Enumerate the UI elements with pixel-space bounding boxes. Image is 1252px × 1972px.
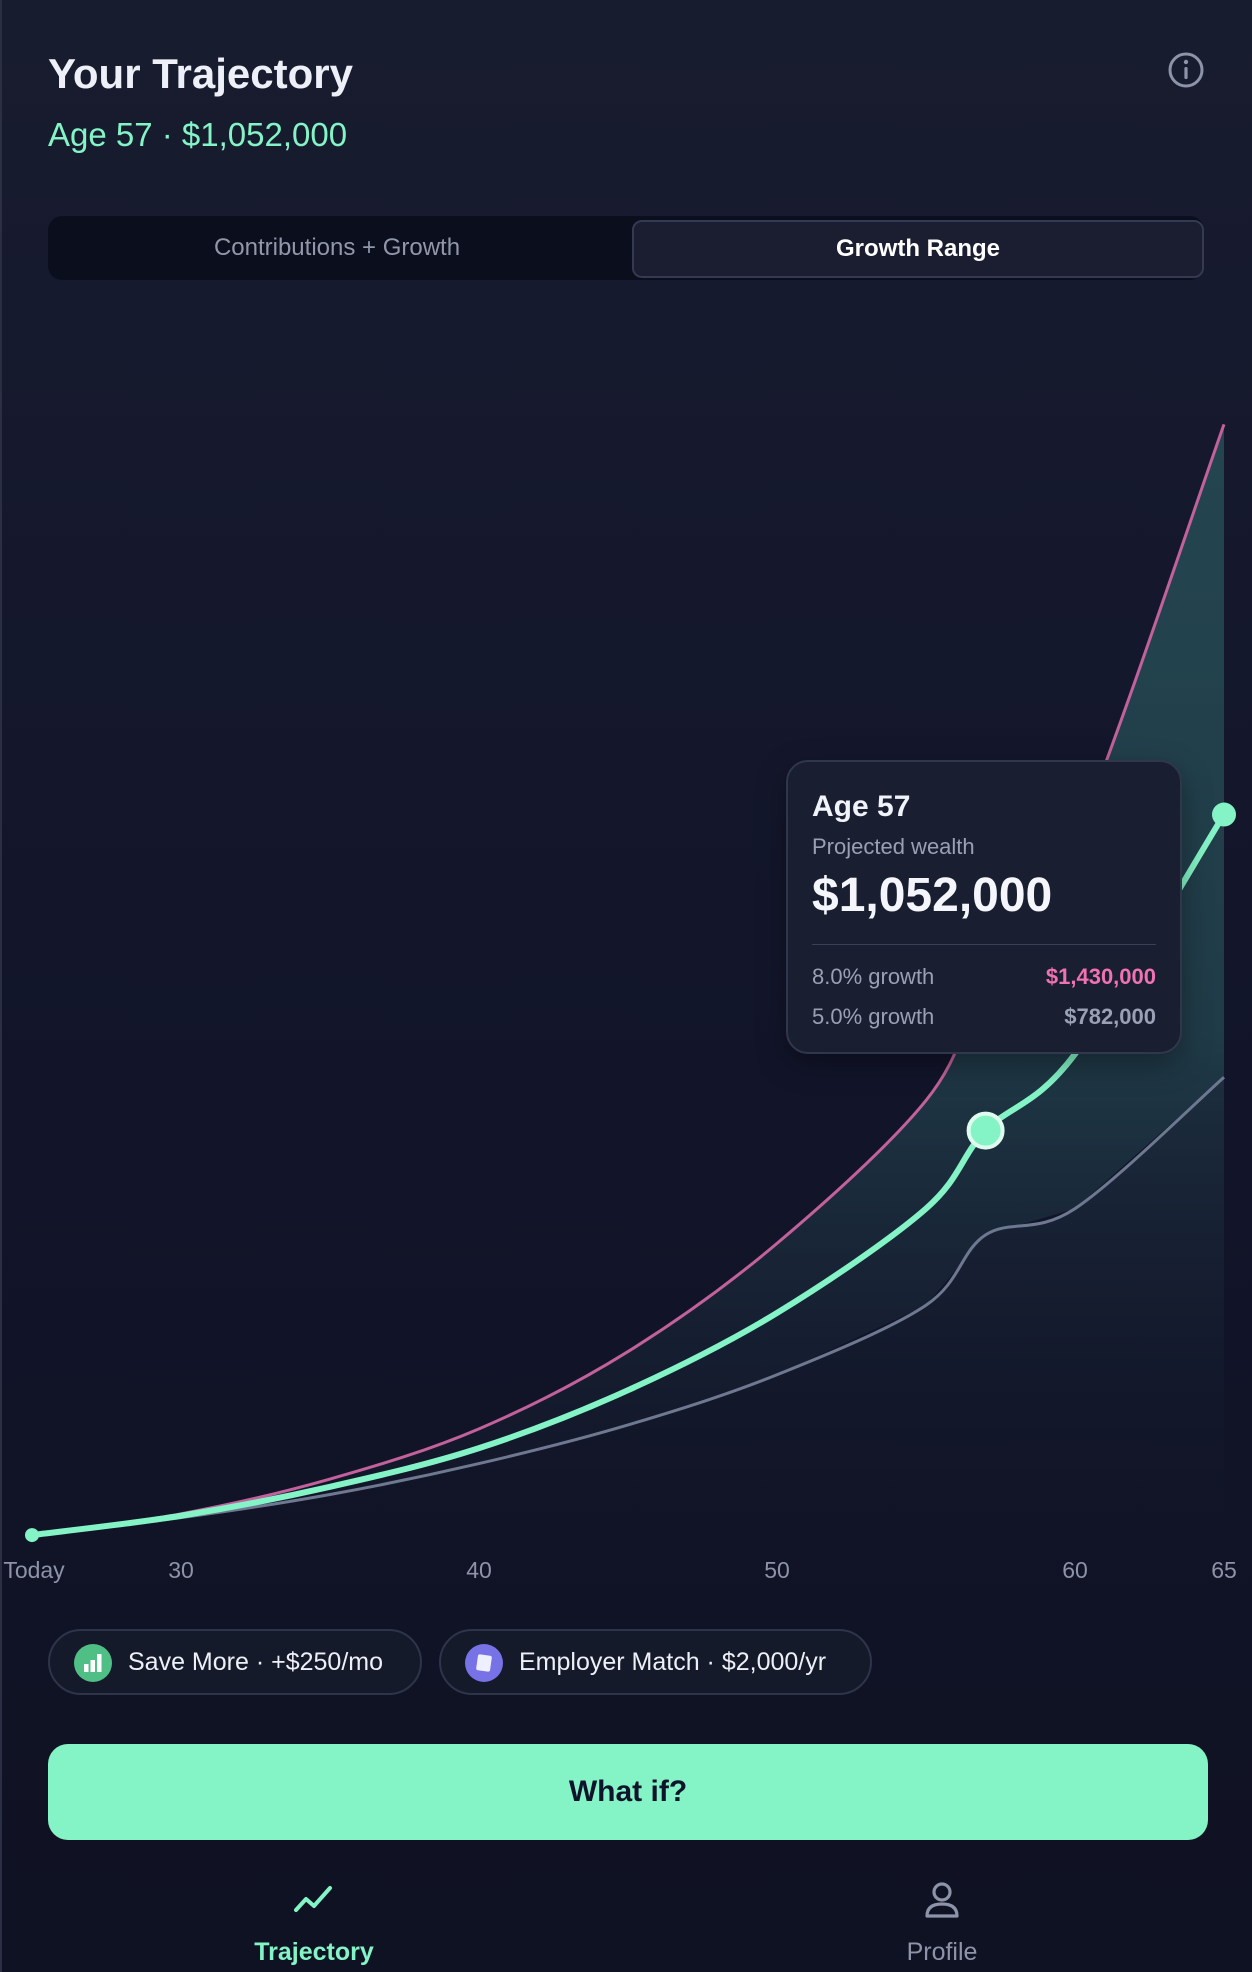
tooltip-age: Age 57: [812, 790, 911, 823]
tooltip-row-low-value: $782,000: [1064, 1004, 1156, 1029]
what-if-button[interactable]: What if?: [48, 1744, 1208, 1840]
tab-growth-range[interactable]: Growth Range: [632, 220, 1204, 278]
start-point: [25, 1528, 39, 1543]
x-tick-label: 40: [466, 1557, 492, 1583]
nav-profile-label: Profile: [906, 1938, 978, 1966]
x-tick-label: 30: [168, 1557, 194, 1583]
end-point: [1212, 802, 1236, 827]
trend-line-icon: [294, 1886, 332, 1912]
view-toggle: Contributions + Growth Growth Range: [48, 216, 1204, 280]
employer-match-chip[interactable]: Employer Match · $2,000/yr: [439, 1629, 872, 1695]
highlight-point[interactable]: [966, 1111, 1005, 1150]
nav-trajectory-label: Trajectory: [254, 1938, 374, 1966]
square-icon: [465, 1644, 503, 1682]
page-title: Your Trajectory: [48, 50, 353, 97]
tooltip-label: Projected wealth: [812, 834, 975, 859]
tooltip-row-high-value: $1,430,000: [1045, 964, 1156, 989]
tab-contributions-growth[interactable]: Contributions + Growth: [48, 216, 626, 280]
person-icon: [925, 1882, 959, 1918]
employer-match-label: Employer Match · $2,000/yr: [519, 1648, 827, 1676]
page-subtitle: Age 57 · $1,052,000: [48, 116, 348, 153]
save-more-label: Save More · +$250/mo: [128, 1648, 383, 1676]
tooltip-row-low-label: 5.0% growth: [812, 1004, 935, 1029]
tooltip-divider: [812, 944, 1156, 945]
x-tick-label: 65: [1211, 1557, 1237, 1583]
info-icon[interactable]: [1166, 50, 1206, 90]
tooltip-value: $1,052,000: [812, 869, 1053, 922]
save-more-chip[interactable]: Save More · +$250/mo: [48, 1629, 422, 1695]
x-tick-label: Today: [3, 1557, 65, 1583]
x-tick-label: 50: [764, 1557, 790, 1583]
tooltip-row-high-label: 8.0% growth: [812, 964, 935, 989]
tooltip-row-low: 5.0% growth $782,000: [812, 1004, 1156, 1030]
tooltip-row-high: 8.0% growth $1,430,000: [812, 964, 1156, 990]
chart-tooltip: Age 57 Projected wealth $1,052,000 8.0% …: [786, 760, 1182, 1054]
bar-chart-icon: [74, 1644, 112, 1682]
x-tick-label: 60: [1062, 1557, 1088, 1583]
